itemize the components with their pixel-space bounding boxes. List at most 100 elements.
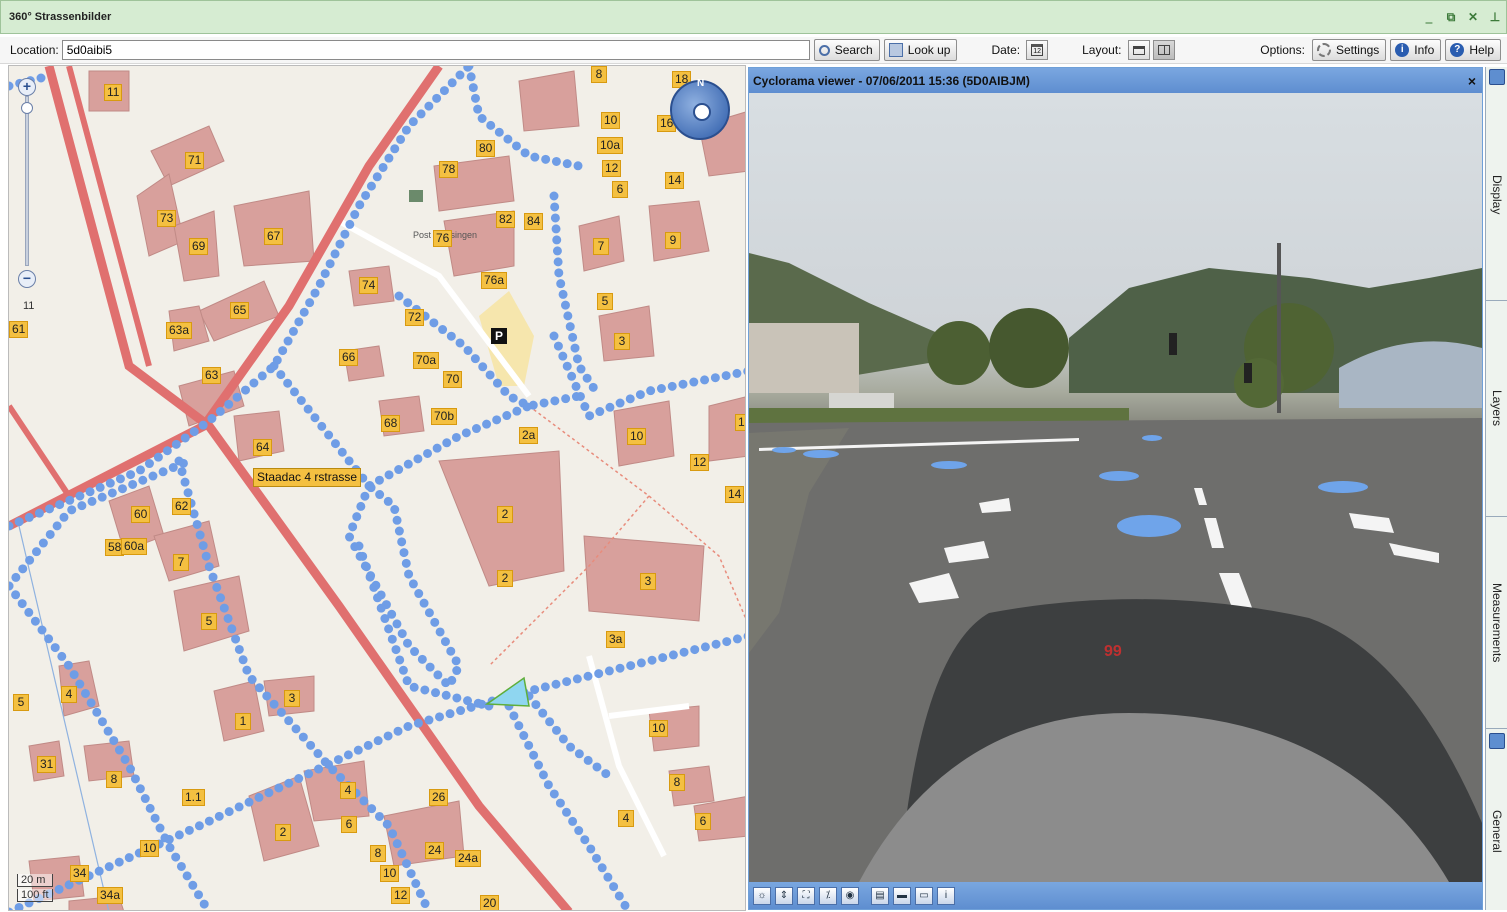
help-icon: ? — [1450, 43, 1465, 57]
house-number-label: 34a — [97, 887, 124, 904]
options-label: Options: — [1260, 43, 1305, 57]
layout-split-button[interactable] — [1152, 40, 1175, 60]
stream — [18, 525, 110, 910]
house-number-label: 64 — [253, 439, 273, 456]
house-number-label: 5 — [597, 293, 613, 310]
house-number-label: 10 — [140, 840, 160, 857]
pin-icon[interactable]: ⊥ — [1484, 10, 1506, 24]
house-number-label: 3 — [614, 333, 630, 350]
date-label: Date: — [991, 43, 1021, 57]
car-number: 99 — [1104, 643, 1122, 660]
house-number-label: 3a — [606, 631, 626, 648]
search-button[interactable]: Search — [813, 39, 880, 61]
tab-display[interactable]: Display — [1486, 89, 1507, 301]
restore-icon[interactable]: ⧉ — [1440, 10, 1462, 25]
house-number-label: 4 — [618, 810, 634, 827]
tab-general[interactable]: General — [1486, 753, 1507, 909]
house-number-label: 74 — [359, 277, 379, 294]
house-number-label: 8 — [591, 66, 607, 83]
house-number-label: 61 — [9, 321, 29, 338]
brightness-tool-icon[interactable]: ☼ — [753, 886, 771, 905]
house-number-label: 76a — [481, 272, 508, 289]
scale-metric: 20 m — [17, 874, 53, 887]
house-number-label: 12 — [391, 887, 411, 904]
location-input[interactable] — [61, 40, 810, 60]
settings-button[interactable]: Settings — [1311, 39, 1387, 61]
house-number-label: 24 — [425, 842, 445, 859]
info-button[interactable]: i Info — [1390, 39, 1442, 61]
camera-position-marker[interactable] — [484, 676, 530, 707]
tab-display-label: Display — [1490, 174, 1504, 215]
panorama-image[interactable]: 99 — [749, 93, 1482, 882]
help-button[interactable]: ? Help — [1445, 39, 1501, 61]
measure-tool-icon[interactable]: ⁒ — [819, 886, 837, 905]
house-number-label: 6 — [341, 816, 357, 833]
house-number-label: 80 — [476, 140, 496, 157]
house-number-label: 26 — [429, 789, 449, 806]
house-number-label: 73 — [157, 210, 177, 227]
tree — [989, 308, 1069, 388]
house-number-label: 60a — [121, 538, 148, 555]
compass-control[interactable]: N — [670, 78, 730, 140]
parking-icon: P — [491, 328, 507, 344]
info-icon: i — [1395, 43, 1410, 57]
house-number-label: 7 — [173, 554, 189, 571]
house-number-label: 84 — [524, 213, 544, 230]
tab-general-label: General — [1490, 809, 1504, 853]
house-number-label: 8 — [669, 774, 685, 791]
zoom-level: 11 — [23, 300, 35, 312]
window-titlebar: 360° Strassenbilder ‗ ⧉ ✕ ⊥ — [0, 0, 1507, 34]
house-number-label: 70b — [431, 408, 458, 425]
house-number-label: 10a — [597, 137, 624, 154]
building-left — [749, 323, 859, 393]
view-tool-icon[interactable]: ◉ — [841, 886, 859, 905]
lookup-icon — [888, 43, 903, 57]
report-tool-icon[interactable]: ▤ — [871, 886, 889, 905]
layout-single-button[interactable] — [1127, 40, 1150, 60]
viewer-close-icon[interactable]: × — [1462, 73, 1482, 89]
zoom-slider-track[interactable] — [25, 96, 29, 266]
panel-pin-icon-2[interactable] — [1489, 733, 1505, 749]
toolbar: Location: Search Look up Date: 12 Layout… — [0, 37, 1507, 64]
house-number-label: 34 — [70, 865, 90, 882]
house-number-label: 7 — [593, 238, 609, 255]
zoom-in-button[interactable]: + — [18, 78, 36, 96]
house-number-label: 10 — [601, 112, 621, 129]
side-panel: Display Layers Measurements General — [1485, 67, 1507, 910]
minimize-icon[interactable]: ‗ — [1418, 10, 1440, 24]
house-number-label: 1 — [235, 713, 251, 730]
date-button[interactable]: 12 — [1026, 40, 1049, 60]
elevation-tool-icon[interactable]: ⇕ — [775, 886, 793, 905]
viewer-title: Cyclorama viewer - 07/06/2011 15:36 (5D0… — [753, 73, 1030, 88]
house-number-label: 62 — [172, 498, 192, 515]
house-number-label: 68 — [381, 415, 401, 432]
house-number-label: 4 — [61, 686, 77, 703]
tree — [927, 321, 991, 385]
house-number-label: 14 — [725, 486, 745, 503]
info-button-label: Info — [1414, 43, 1435, 57]
zoom-out-button[interactable]: − — [18, 270, 36, 288]
house-number-label: 10 — [627, 428, 647, 445]
tab-measurements[interactable]: Measurements — [1486, 517, 1507, 729]
house-number-label: 6 — [695, 813, 711, 830]
print-tool-icon[interactable]: ▭ — [915, 886, 933, 905]
house-number-label: 5 — [13, 694, 29, 711]
house-number-label: 14 — [665, 172, 685, 189]
fullscreen-tool-icon[interactable]: ⛶ — [797, 886, 815, 905]
panel-pin-icon[interactable] — [1489, 69, 1505, 85]
house-number-label: 63 — [202, 367, 222, 384]
lookup-button[interactable]: Look up — [883, 39, 958, 61]
house-number-label: 65 — [230, 302, 250, 319]
house-number-label: 66 — [339, 349, 359, 366]
zoom-control: + − 11 — [15, 74, 45, 314]
viewer-info-icon[interactable]: i — [937, 886, 955, 905]
zoom-slider-handle[interactable] — [21, 102, 33, 114]
close-icon[interactable]: ✕ — [1462, 10, 1484, 24]
map-view[interactable]: Post Oensingen 11 71 73 69 67 65 63a 63 64 60 62 58… — [8, 65, 746, 911]
tab-layers[interactable]: Layers — [1486, 301, 1507, 517]
search-icon — [818, 44, 830, 56]
house-number-label: 10 — [649, 720, 669, 737]
panorama-canvas: 99 — [749, 243, 1482, 882]
post-office-icon — [409, 190, 423, 202]
save-tool-icon[interactable]: ▬ — [893, 886, 911, 905]
